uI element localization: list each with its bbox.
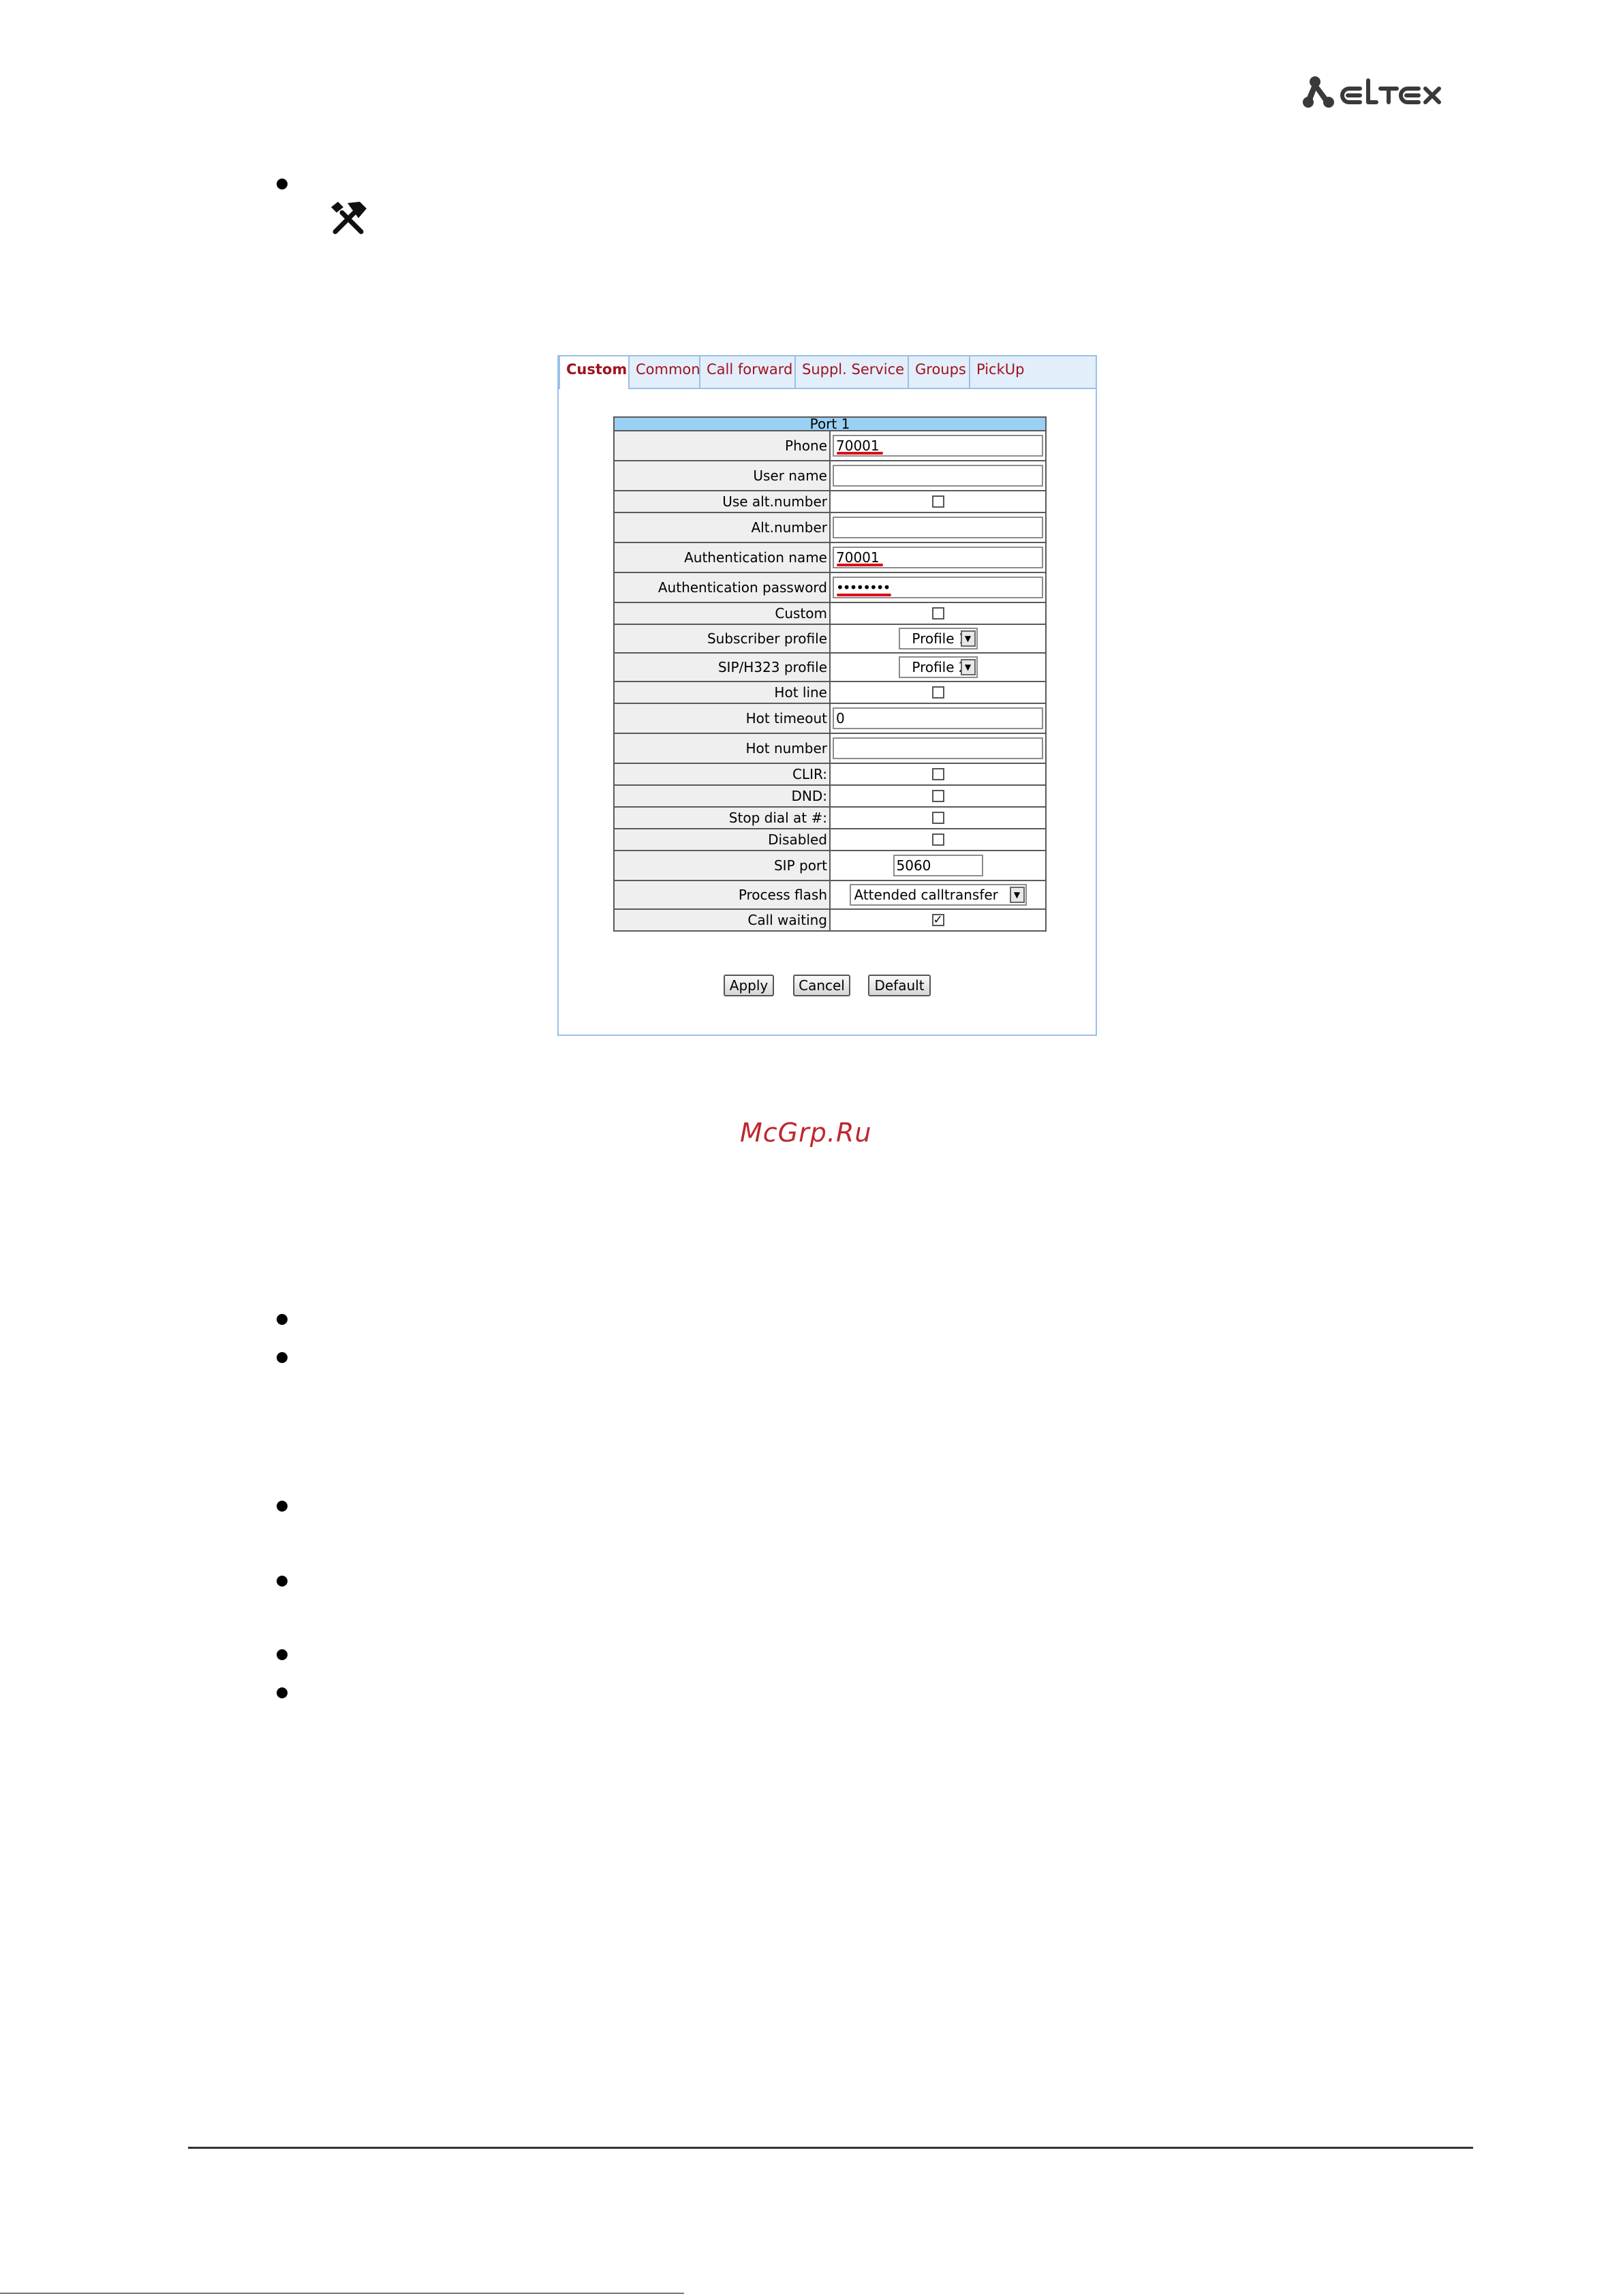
- spellcheck-underline: [837, 452, 883, 455]
- use-alt-number-label: Use alt.number: [613, 490, 831, 513]
- sip-h323-profile-select[interactable]: Profile 2 ▼: [898, 656, 978, 678]
- sip-h323-profile-label: SIP/H323 profile: [613, 652, 831, 682]
- form-title: Port 1: [613, 416, 1047, 431]
- auth-password-label: Authentication password: [613, 572, 831, 603]
- eltex-logo: [1303, 74, 1466, 114]
- bullet: [277, 1576, 288, 1587]
- alt-number-input[interactable]: [833, 517, 1043, 538]
- hot-number-input[interactable]: [833, 737, 1043, 759]
- bullet: [277, 179, 288, 189]
- tools-icon: [327, 199, 372, 237]
- watermark: McGrp.Ru: [740, 1118, 872, 1148]
- phone-label: Phone: [613, 430, 831, 461]
- auth-password-input[interactable]: ••••••••: [833, 577, 1043, 598]
- chevron-down-icon: ▼: [960, 659, 976, 675]
- bullet: [277, 1649, 288, 1660]
- process-flash-label: Process flash: [613, 880, 831, 910]
- phone-input[interactable]: 70001: [833, 435, 1043, 457]
- hot-number-label: Hot number: [613, 733, 831, 764]
- chevron-down-icon: ▼: [1009, 887, 1025, 903]
- process-flash-value: Attended calltransfer: [854, 887, 998, 903]
- call-waiting-checkbox[interactable]: ✓: [931, 914, 944, 926]
- clir-label: CLIR:: [613, 763, 831, 786]
- chevron-down-icon: ▼: [960, 630, 976, 647]
- auth-name-label: Authentication name: [613, 542, 831, 573]
- sip-port-input[interactable]: 5060: [893, 855, 983, 876]
- custom-checkbox[interactable]: [931, 607, 944, 619]
- user-name-input[interactable]: [833, 465, 1043, 487]
- hot-line-checkbox[interactable]: [931, 686, 944, 699]
- auth-name-input[interactable]: 70001: [833, 547, 1043, 568]
- bullet: [277, 1501, 288, 1512]
- tab-suppl-service[interactable]: Suppl. Service: [796, 356, 909, 388]
- bullet: [277, 1314, 288, 1325]
- stop-dial-label: Stop dial at #:: [613, 806, 831, 829]
- tab-call-forward[interactable]: Call forward: [700, 356, 796, 388]
- hot-line-label: Hot line: [613, 681, 831, 704]
- tab-pickup[interactable]: PickUp: [970, 356, 1032, 388]
- default-button[interactable]: Default: [868, 975, 931, 996]
- sip-h323-profile-value: Profile 2: [912, 659, 968, 675]
- footer-divider: [188, 2147, 1473, 2149]
- tab-groups[interactable]: Groups: [909, 356, 970, 388]
- custom-label: Custom: [613, 602, 831, 625]
- disabled-checkbox[interactable]: [931, 833, 944, 846]
- bullet: [277, 1687, 288, 1698]
- stop-dial-checkbox[interactable]: [931, 812, 944, 824]
- spellcheck-underline: [837, 564, 883, 566]
- dnd-checkbox[interactable]: [931, 790, 944, 802]
- use-alt-number-checkbox[interactable]: [931, 495, 944, 508]
- process-flash-select[interactable]: Attended calltransfer ▼: [849, 884, 1027, 906]
- call-waiting-label: Call waiting: [613, 908, 831, 932]
- user-name-label: User name: [613, 460, 831, 491]
- subscriber-profile-label: Subscriber profile: [613, 624, 831, 654]
- dnd-label: DND:: [613, 784, 831, 808]
- tab-bar: Custom Common Call forward Suppl. Servic…: [559, 356, 1096, 389]
- apply-button[interactable]: Apply: [724, 975, 774, 996]
- sip-port-label: SIP port: [613, 850, 831, 881]
- clir-checkbox[interactable]: [931, 768, 944, 780]
- disabled-label: Disabled: [613, 828, 831, 851]
- alt-number-label: Alt.number: [613, 512, 831, 543]
- tab-common[interactable]: Common: [630, 356, 700, 388]
- port-settings-form: Port 1 Phone 70001 User name Use alt.num…: [613, 416, 1047, 932]
- hot-timeout-label: Hot timeout: [613, 703, 831, 734]
- subscriber-profile-value: Profile 1: [912, 630, 968, 647]
- page-edge-line: [0, 2293, 684, 2294]
- cancel-button[interactable]: Cancel: [793, 975, 850, 996]
- spellcheck-underline: [837, 594, 891, 596]
- subscriber-profile-select[interactable]: Profile 1 ▼: [898, 628, 978, 649]
- port-settings-panel: Custom Common Call forward Suppl. Servic…: [557, 355, 1097, 1036]
- hot-timeout-input[interactable]: 0: [833, 707, 1043, 729]
- bullet: [277, 1352, 288, 1363]
- tab-custom[interactable]: Custom: [559, 356, 630, 389]
